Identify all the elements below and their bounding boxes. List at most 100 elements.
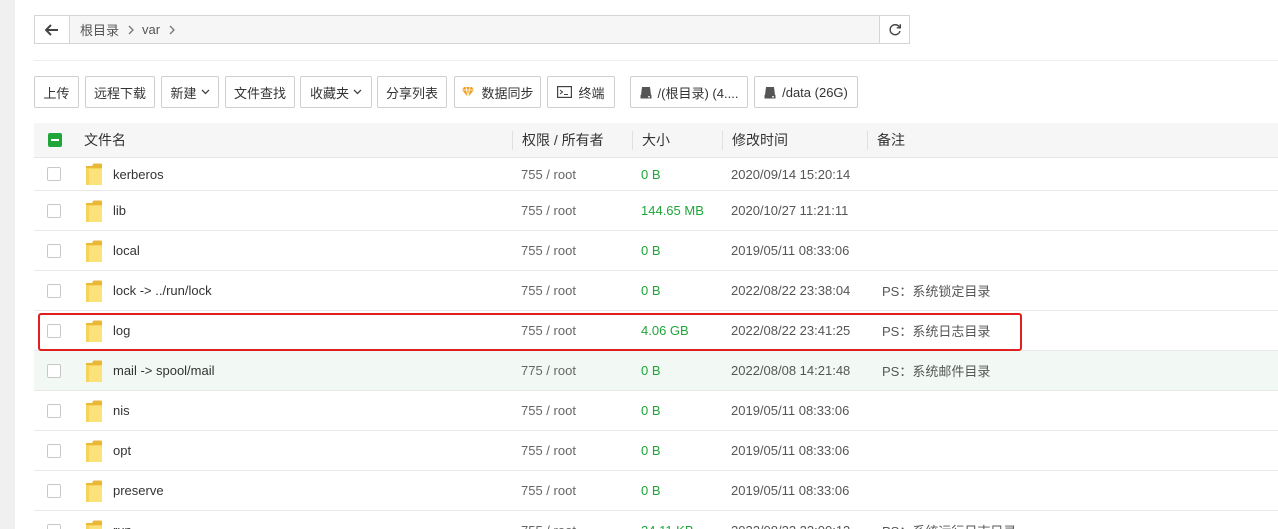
file-search-button[interactable]: 文件查找 [225, 76, 295, 108]
remote-download-button[interactable]: 远程下载 [85, 76, 155, 108]
favorites-label: 收藏夹 [309, 85, 349, 101]
table-row[interactable]: opt 755 / root 0 B 2019/05/11 08:33:06 [34, 431, 1278, 471]
file-mtime: 2019/05/11 08:33:06 [731, 403, 850, 418]
file-mtime: 2020/09/14 15:20:14 [731, 166, 851, 182]
file-manager-panel: 根目录 var 上传 远程下载 新建 文件查找 收藏夹 分享列表 数据同步 终端… [15, 0, 1278, 529]
file-size: 4.06 GB [641, 323, 689, 338]
table-row[interactable]: log 755 / root 4.06 GB 2022/08/22 23:41:25 P… [34, 311, 1278, 351]
table-row[interactable]: kerberos 755 / root 0 B 2020/09/14 15:20:14 [34, 158, 1278, 191]
file-permission[interactable]: 755 / root [521, 403, 576, 418]
file-name[interactable]: local [113, 243, 140, 258]
file-name[interactable]: preserve [113, 483, 164, 498]
column-header-size[interactable]: 大小 [642, 123, 670, 157]
column-divider [512, 131, 513, 150]
file-permission[interactable]: 755 / root [521, 243, 576, 258]
file-note[interactable]: PS：系统日志目录 [882, 321, 990, 340]
row-checkbox[interactable] [47, 167, 61, 181]
table-row[interactable]: lock -> ../run/lock 755 / root 0 B 2022/08/… [34, 271, 1278, 311]
breadcrumb-root[interactable]: 根目录 [80, 20, 119, 39]
file-permission[interactable]: 755 / root [521, 483, 576, 498]
file-note[interactable]: PS：系统邮件目录 [882, 361, 990, 380]
data-sync-button[interactable]: 数据同步 [454, 76, 541, 108]
table-row[interactable]: preserve 755 / root 0 B 2019/05/11 08:33:06 [34, 471, 1278, 511]
file-size: 0 B [641, 166, 661, 182]
file-name[interactable]: opt [113, 443, 131, 458]
file-mtime: 2022/08/22 23:41:25 [731, 323, 851, 338]
folder-icon [85, 231, 103, 270]
file-note[interactable]: PS：系统锁定目录 [882, 281, 990, 300]
table-row[interactable]: local 755 / root 0 B 2019/05/11 08:33:06 [34, 231, 1278, 271]
table-row[interactable]: mail -> spool/mail 775 / root 0 B 2022/08/0… [34, 351, 1278, 391]
file-permission[interactable]: 755 / root [521, 443, 576, 458]
table-row[interactable]: nis 755 / root 0 B 2019/05/11 08:33:06 [34, 391, 1278, 431]
column-divider [632, 131, 633, 150]
file-mtime: 2019/05/11 08:33:06 [731, 243, 850, 258]
file-name[interactable]: lock -> ../run/lock [113, 283, 212, 298]
row-checkbox-cell [34, 231, 74, 270]
row-checkbox[interactable] [47, 363, 61, 378]
file-permission[interactable]: 775 / root [521, 363, 576, 378]
column-header-perm[interactable]: 权限 / 所有者 [522, 123, 604, 157]
share-list-button[interactable]: 分享列表 [377, 76, 447, 108]
disk-root-button[interactable]: /(根目录) (4.... [630, 76, 748, 108]
file-name[interactable]: run [113, 523, 132, 529]
chevron-down-icon [353, 89, 362, 95]
column-header-mtime[interactable]: 修改时间 [732, 123, 788, 157]
upload-button[interactable]: 上传 [34, 76, 79, 108]
table-header: 文件名 权限 / 所有者 大小 修改时间 备注 [34, 123, 1278, 158]
upload-label: 上传 [43, 85, 70, 101]
file-permission[interactable]: 755 / root [521, 323, 576, 338]
new-dropdown-button[interactable]: 新建 [161, 76, 219, 108]
table-row[interactable]: run 755 / root 34.11 KB 2022/08/22 23:00:13… [34, 511, 1278, 529]
refresh-button[interactable] [879, 16, 909, 43]
terminal-label: 终端 [578, 85, 605, 101]
file-list: kerberos 755 / root 0 B 2020/09/14 15:20:14… [34, 158, 1278, 529]
file-name[interactable]: lib [113, 203, 126, 218]
share-list-label: 分享列表 [385, 85, 438, 101]
remote-download-label: 远程下载 [93, 85, 146, 101]
file-mtime: 2019/05/11 08:33:06 [731, 483, 850, 498]
disk-icon [640, 86, 652, 98]
file-name[interactable]: nis [113, 403, 130, 418]
table-row[interactable]: lib 755 / root 144.65 MB 2020/10/27 11:21:1… [34, 191, 1278, 231]
terminal-icon [557, 86, 573, 98]
folder-icon [85, 511, 103, 529]
file-name[interactable]: mail -> spool/mail [113, 363, 215, 378]
file-mtime: 2022/08/22 23:00:13 [731, 523, 850, 529]
folder-icon [85, 391, 103, 430]
folder-icon [85, 191, 103, 230]
breadcrumb-var[interactable]: var [142, 22, 160, 37]
file-search-label: 文件查找 [233, 85, 286, 101]
file-mtime: 2020/10/27 11:21:11 [731, 203, 849, 218]
breadcrumb: 根目录 var [70, 16, 879, 43]
file-size: 0 B [641, 483, 661, 498]
column-header-name[interactable]: 文件名 [84, 123, 126, 157]
back-button[interactable] [35, 16, 70, 43]
row-checkbox[interactable] [47, 203, 61, 218]
column-divider [867, 131, 868, 150]
row-checkbox[interactable] [47, 243, 61, 258]
row-checkbox[interactable] [47, 283, 61, 298]
file-name[interactable]: kerberos [113, 167, 164, 182]
file-permission[interactable]: 755 / root [521, 523, 576, 529]
row-checkbox[interactable] [47, 483, 61, 498]
chevron-right-icon [128, 25, 134, 35]
row-checkbox-cell [34, 351, 74, 390]
column-header-note[interactable]: 备注 [877, 123, 905, 157]
favorites-dropdown-button[interactable]: 收藏夹 [300, 76, 372, 108]
new-label: 新建 [170, 85, 197, 101]
file-permission[interactable]: 755 / root [521, 283, 576, 298]
select-all-checkbox[interactable] [48, 133, 62, 147]
file-permission[interactable]: 755 / root [521, 167, 576, 182]
file-note[interactable]: PS：系统运行日志目录 [882, 521, 1016, 529]
file-name[interactable]: log [113, 323, 130, 338]
file-permission[interactable]: 755 / root [521, 203, 576, 218]
row-checkbox[interactable] [47, 403, 61, 418]
row-checkbox[interactable] [47, 323, 61, 338]
terminal-button[interactable]: 终端 [547, 76, 615, 108]
row-checkbox[interactable] [47, 523, 61, 529]
disk-data-button[interactable]: /data (26G) [754, 76, 858, 108]
row-checkbox-cell [34, 391, 74, 430]
row-checkbox[interactable] [47, 443, 61, 458]
folder-icon [85, 471, 103, 510]
